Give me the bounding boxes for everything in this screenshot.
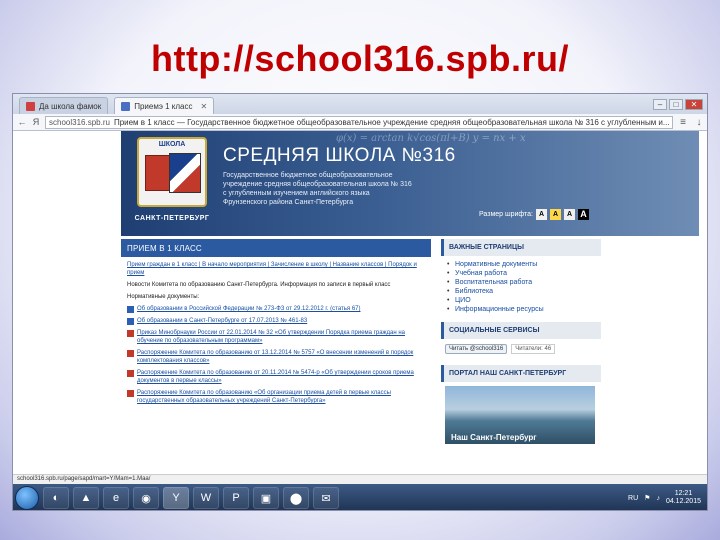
document-icon bbox=[127, 318, 134, 325]
web-page: φ(x) = arctan k√cos(πl+B) y = nx + x ШКО… bbox=[13, 131, 707, 475]
address-bar: ← Я school316.spb.ru Прием в 1 класс — Г… bbox=[13, 114, 707, 131]
volume-icon[interactable]: ♪ bbox=[656, 495, 660, 502]
school-emblem-icon[interactable]: ШКОЛА bbox=[137, 137, 207, 207]
clock-time: 12:21 bbox=[674, 490, 693, 497]
emblem-title: ШКОЛА bbox=[158, 141, 186, 148]
section-links[interactable]: Прием граждан в 1 класс | В начало мероп… bbox=[127, 261, 425, 277]
page-title: ПРИЕМ В 1 КЛАСС bbox=[121, 239, 431, 257]
font-size-label: Размер шрифта: bbox=[479, 211, 533, 218]
pdf-icon bbox=[127, 390, 134, 397]
minimize-button[interactable]: – bbox=[653, 99, 667, 110]
chrome-icon[interactable]: ◉ bbox=[133, 487, 159, 509]
social-row: Читать @school316 Читатели: 46 bbox=[441, 339, 601, 359]
yandex-browser-icon[interactable]: Y bbox=[163, 487, 189, 509]
sidebar-item-resources[interactable]: Информационные ресурсы bbox=[447, 305, 601, 314]
word-icon[interactable]: W bbox=[193, 487, 219, 509]
window-controls: – □ ✕ bbox=[653, 99, 707, 114]
important-heading: ВАЖНЫЕ СТРАНИЦЫ bbox=[441, 239, 601, 256]
flag-icon bbox=[169, 153, 201, 193]
site-favicon-icon bbox=[26, 101, 35, 111]
document-icon bbox=[127, 306, 134, 313]
ie-icon[interactable]: e bbox=[103, 487, 129, 509]
clock[interactable]: 12:21 04.12.2015 bbox=[666, 490, 701, 506]
tab-label: Приемэ 1 класс bbox=[134, 101, 193, 111]
site-favicon-icon bbox=[121, 101, 131, 111]
tab-strip: Да школа фамок Приемэ 1 класс ✕ – □ ✕ bbox=[13, 94, 707, 114]
important-pages: ВАЖНЫЕ СТРАНИЦЫ Нормативные документы Уч… bbox=[441, 239, 601, 316]
portal-heading: ПОРТАЛ НАШ САНКТ-ПЕТЕРБУРГ bbox=[441, 365, 601, 382]
list-item[interactable]: Распоряжение Комитета по образованию «Об… bbox=[127, 389, 425, 405]
language-indicator[interactable]: RU bbox=[628, 495, 638, 502]
taskbar-app-icon[interactable]: ⬤ bbox=[283, 487, 309, 509]
url-host: school316.spb.ru bbox=[49, 117, 110, 127]
powerpoint-icon[interactable]: P bbox=[223, 487, 249, 509]
tab-school[interactable]: Да школа фамок bbox=[19, 97, 109, 114]
font-size-switcher: Размер шрифта: А А А А bbox=[479, 209, 589, 220]
status-bar: school316.spb.ru/page/sapd/mart=Y/Mam=1.… bbox=[13, 474, 707, 484]
system-tray: RU ⚑ ♪ 12:21 04.12.2015 bbox=[628, 490, 707, 506]
font-size-small-button[interactable]: А bbox=[536, 209, 547, 220]
portal-block: ПОРТАЛ НАШ САНКТ-ПЕТЕРБУРГ Наш Санкт-Пет… bbox=[441, 365, 601, 444]
sidebar-item-documents[interactable]: Нормативные документы bbox=[447, 260, 601, 269]
flag-icon[interactable]: ⚑ bbox=[644, 494, 650, 502]
sidebar-item-library[interactable]: Библиотека bbox=[447, 287, 601, 296]
portal-caption: Наш Санкт-Петербург bbox=[451, 433, 537, 442]
taskbar: ◐ ▲ e ◉ Y W P ▣ ⬤ ✉ RU ⚑ ♪ 12:21 04.12.2… bbox=[13, 484, 707, 510]
pdf-icon bbox=[127, 370, 134, 377]
school-description: Государственное бюджетное общеобразовате… bbox=[223, 172, 412, 206]
committee-news: Новости Комитета по образованию Санкт-Пе… bbox=[127, 282, 391, 288]
school-name[interactable]: СРЕДНЯЯ ШКОЛА №316 bbox=[223, 145, 456, 167]
font-size-contrast-button[interactable]: А bbox=[578, 209, 589, 220]
portal-banner[interactable]: Наш Санкт-Петербург bbox=[445, 386, 595, 444]
social-heading: СОЦИАЛЬНЫЕ СЕРВИСЫ bbox=[441, 322, 601, 339]
pdf-icon bbox=[127, 330, 134, 337]
sidebar-item-upbringing[interactable]: Воспитательная работа bbox=[447, 278, 601, 287]
twitter-follow-button[interactable]: Читать @school316 bbox=[445, 344, 508, 354]
pdf-icon bbox=[127, 350, 134, 357]
list-item[interactable]: Распоряжение Комитета по образованию от … bbox=[127, 349, 425, 365]
docs-label: Нормативные документы: bbox=[127, 294, 200, 300]
url-input[interactable]: school316.spb.ru Прием в 1 класс — Госуд… bbox=[45, 115, 673, 129]
follower-count: Читатели: 46 bbox=[511, 344, 556, 354]
main-content: ПРИЕМ В 1 КЛАСС Прием граждан в 1 класс … bbox=[121, 239, 431, 475]
tab-admission[interactable]: Приемэ 1 класс ✕ bbox=[114, 97, 215, 114]
header-formulas: φ(x) = arctan k√cos(πl+B) y = nx + x bbox=[336, 133, 526, 144]
social-services: СОЦИАЛЬНЫЕ СЕРВИСЫ Читать @school316 Чит… bbox=[441, 322, 601, 359]
sidebar-item-cio[interactable]: ЦИО bbox=[447, 296, 601, 305]
close-icon[interactable]: ✕ bbox=[201, 102, 208, 111]
url-title: Прием в 1 класс — Государственное бюджет… bbox=[113, 117, 670, 127]
font-size-medium-button[interactable]: А bbox=[550, 209, 561, 220]
start-button[interactable] bbox=[15, 486, 39, 510]
maximize-button[interactable]: □ bbox=[669, 99, 683, 110]
download-icon[interactable]: ↓ bbox=[693, 117, 705, 128]
browser-screenshot: Да школа фамок Приемэ 1 класс ✕ – □ ✕ ← … bbox=[12, 93, 708, 511]
list-item[interactable]: Об образовании в Российской Федерации № … bbox=[127, 305, 425, 313]
font-size-large-button[interactable]: А bbox=[564, 209, 575, 220]
taskbar-app-icon[interactable]: ◐ bbox=[43, 487, 69, 509]
menu-icon[interactable]: ≡ bbox=[677, 117, 689, 128]
back-icon[interactable]: ← bbox=[17, 117, 27, 127]
list-item[interactable]: Приказ Минобрнауки России от 22.01.2014 … bbox=[127, 329, 425, 345]
important-list: Нормативные документы Учебная работа Вос… bbox=[441, 256, 601, 316]
sidebar: ВАЖНЫЕ СТРАНИЦЫ Нормативные документы Уч… bbox=[441, 239, 601, 475]
taskbar-app-icon[interactable]: ▣ bbox=[253, 487, 279, 509]
clock-date: 04.12.2015 bbox=[665, 498, 701, 505]
close-window-button[interactable]: ✕ bbox=[685, 99, 703, 110]
sidebar-item-study[interactable]: Учебная работа bbox=[447, 269, 601, 278]
yandex-icon[interactable]: Я bbox=[31, 117, 41, 127]
slide-title: http://school316.spb.ru/ bbox=[150, 38, 570, 79]
site-header: φ(x) = arctan k√cos(πl+B) y = nx + x ШКО… bbox=[121, 131, 699, 236]
list-item[interactable]: Распоряжение Комитета по образованию от … bbox=[127, 369, 425, 385]
main-body: Прием граждан в 1 класс | В начало мероп… bbox=[121, 257, 431, 413]
list-item[interactable]: Об образовании в Санкт-Петербурге от 17.… bbox=[127, 317, 425, 325]
city-label: САНКТ-ПЕТЕРБУРГ bbox=[134, 215, 210, 222]
taskbar-app-icon[interactable]: ▲ bbox=[73, 487, 99, 509]
mail-icon[interactable]: ✉ bbox=[313, 487, 339, 509]
document-list: Об образовании в Российской Федерации № … bbox=[127, 305, 425, 405]
tab-label: Да школа фамок bbox=[39, 101, 102, 111]
